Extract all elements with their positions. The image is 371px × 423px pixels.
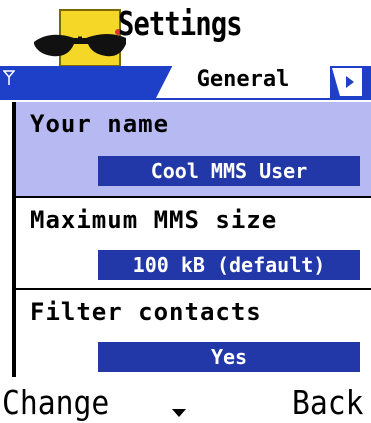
signal-icon [3,70,15,85]
right-arrow-icon[interactable] [332,68,362,96]
down-arrow-icon[interactable] [172,409,186,417]
page-title: Settings [118,4,243,43]
setting-filter-contacts[interactable]: Filter contacts Yes [16,288,371,377]
setting-your-name[interactable]: Your name Cool MMS User [16,102,371,196]
setting-value: Cool MMS User [98,156,360,186]
setting-value: 100 kB (default) [98,250,360,280]
change-softkey[interactable]: Change [2,383,109,422]
setting-label: Filter contacts [30,298,262,326]
softkey-bar: Change Back [0,383,371,423]
back-softkey[interactable]: Back [291,383,363,422]
setting-maximum-mms-size[interactable]: Maximum MMS size 100 kB (default) [16,196,371,288]
settings-list: Your name Cool MMS User Maximum MMS size… [12,102,371,377]
setting-label: Maximum MMS size [30,206,278,234]
setting-label: Your name [30,110,170,138]
setting-value: Yes [98,342,360,372]
tab-general[interactable]: General [156,64,330,98]
tab-label: General [196,67,290,92]
sunglasses-app-icon [34,9,126,67]
